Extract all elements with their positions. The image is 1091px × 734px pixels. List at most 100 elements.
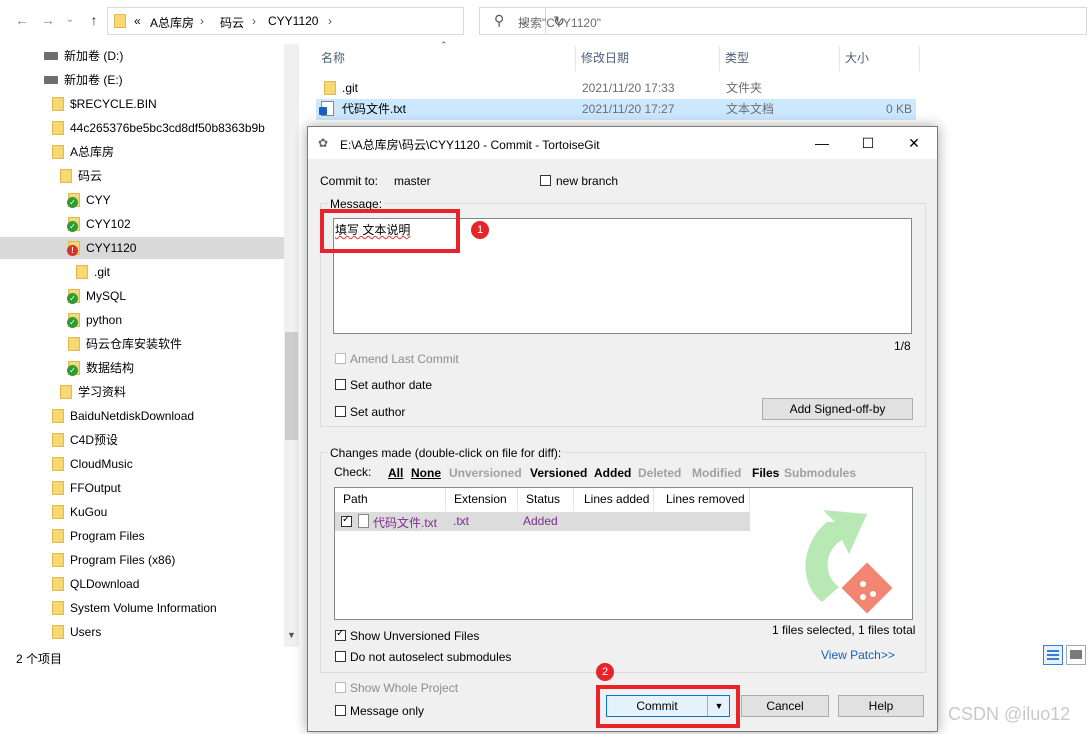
no-autoselect-submodules-checkbox[interactable] (335, 651, 346, 662)
check-filter-added[interactable]: Added (594, 466, 631, 480)
tree-item-label: $RECYCLE.BIN (70, 97, 157, 111)
annotation-badge-2: 2 (596, 663, 614, 681)
git-clean-badge-icon: ✓ (67, 293, 78, 304)
help-button[interactable]: Help (838, 695, 924, 717)
address-chevrons[interactable]: « (134, 14, 141, 28)
changes-label: Changes made (double-click on file for d… (328, 446, 564, 460)
tree-item[interactable]: $RECYCLE.BIN (0, 93, 284, 115)
list-header-lines-added[interactable]: Lines added (574, 488, 654, 511)
breadcrumb-mayun[interactable]: 码云 (220, 14, 244, 31)
tree-item[interactable]: CloudMusic (0, 453, 284, 475)
check-filter-modified[interactable]: Modified (692, 466, 741, 480)
tree-item[interactable]: ✓ MySQL (0, 285, 284, 307)
tree-item[interactable]: ✓ 数据结构 (0, 357, 284, 379)
tree-item[interactable]: BaiduNetdiskDownload (0, 405, 284, 427)
check-filter-all[interactable]: All (388, 466, 403, 480)
tree-item[interactable]: ! CYY1120 (0, 237, 284, 259)
list-header-path[interactable]: Path (335, 488, 446, 511)
tree-item[interactable]: A总库房 (0, 141, 284, 163)
tree-item[interactable]: QLDownload (0, 573, 284, 595)
tree-item[interactable]: System Volume Information (0, 597, 284, 619)
large-icons-view-icon[interactable] (1066, 645, 1086, 665)
minimize-icon[interactable]: — (799, 127, 845, 159)
tree-item[interactable]: 码云 (0, 165, 284, 187)
file-row-txt[interactable]: 代码文件.txt 2021/11/20 17:27 文本文档 0 KB (316, 99, 916, 120)
tree-item[interactable]: 码云仓库安装软件 (0, 333, 284, 355)
folder-icon (76, 264, 88, 279)
folder-icon (52, 456, 64, 471)
address-bar[interactable]: « A总库房 › 码云 › CYY1120 › ⌄ ↻ (107, 7, 565, 35)
tree-item-label: KuGou (70, 505, 108, 519)
tree-item[interactable]: C4D预设 (0, 429, 284, 451)
tree-item[interactable]: FFOutput (0, 477, 284, 499)
commit-to-label: Commit to: (320, 174, 379, 188)
tortoisegit-logo-icon (805, 510, 893, 614)
set-author-checkbox[interactable] (335, 406, 346, 417)
cancel-button[interactable]: Cancel (741, 695, 829, 717)
check-filter-versioned[interactable]: Versioned (530, 466, 587, 480)
sort-ascending-icon: ⌃ (440, 40, 448, 50)
tree-item[interactable]: 新加卷 (D:) (0, 45, 284, 67)
close-icon[interactable]: ✕ (891, 127, 937, 159)
list-header-extension[interactable]: Extension (446, 488, 518, 511)
tree-item[interactable]: Program Files (0, 525, 284, 547)
maximize-icon[interactable]: ☐ (845, 127, 891, 159)
new-branch-checkbox[interactable] (540, 175, 551, 186)
table-row[interactable]: 代码文件.txt .txt Added (335, 512, 750, 531)
column-header-type[interactable]: 类型 (720, 46, 840, 71)
tree-item[interactable]: 学习资料 (0, 381, 284, 403)
check-filter-deleted[interactable]: Deleted (638, 466, 681, 480)
scroll-down-icon[interactable]: ▼ (287, 630, 296, 640)
search-input[interactable]: ⚲ 搜索"CYY1120" (479, 7, 1087, 35)
changed-files-list[interactable]: Path Extension Status Lines added Lines … (334, 487, 913, 620)
breadcrumb-a-zongkufang[interactable]: A总库房 (150, 14, 194, 31)
check-filter-unversioned[interactable]: Unversioned (449, 466, 522, 480)
file-row-git[interactable]: .git 2021/11/20 17:33 文件夹 (316, 78, 916, 99)
list-header-status[interactable]: Status (518, 488, 574, 511)
tree-item-label: BaiduNetdiskDownload (70, 409, 195, 423)
list-header-lines-removed[interactable]: Lines removed (654, 488, 750, 511)
forward-arrow-icon[interactable]: → (40, 12, 56, 28)
tree-item[interactable]: ✓ CYY (0, 189, 284, 211)
highlight-box-message (320, 209, 460, 253)
check-filter-submodules[interactable]: Submodules (784, 466, 856, 480)
tree-item[interactable]: 新加卷 (E:) (0, 69, 284, 91)
add-signed-off-by-button[interactable]: Add Signed-off-by (762, 398, 913, 420)
folder-icon (52, 624, 64, 639)
file-name: 代码文件.txt (342, 102, 407, 116)
up-arrow-icon[interactable]: ↑ (86, 12, 102, 28)
check-label: Check: (334, 465, 372, 479)
git-clean-badge-icon: ✓ (67, 317, 78, 328)
tree-item[interactable]: Program Files (x86) (0, 549, 284, 571)
message-only-checkbox[interactable] (335, 705, 346, 716)
git-clean-badge-icon: ✓ (67, 221, 78, 232)
set-author-date-checkbox[interactable] (335, 379, 346, 390)
folder-icon (52, 552, 64, 567)
tree-item-label: python (86, 313, 123, 327)
tree-item[interactable]: Users (0, 621, 284, 643)
details-view-icon[interactable] (1043, 645, 1063, 665)
tree-item[interactable]: KuGou (0, 501, 284, 523)
highlight-box-commit (596, 685, 740, 728)
view-patch-link[interactable]: View Patch>> (821, 648, 895, 662)
check-filter-files[interactable]: Files (752, 466, 779, 480)
dialog-titlebar[interactable]: ✿ E:\A总库房\码云\CYY1120 - Commit - Tortoise… (308, 127, 937, 159)
folder-icon (60, 384, 72, 399)
tree-item[interactable]: ✓ python (0, 309, 284, 331)
recent-chevron-icon[interactable]: ⌄ (62, 12, 78, 28)
back-arrow-icon[interactable]: ← (14, 12, 30, 28)
show-unversioned-checkbox[interactable] (335, 628, 346, 641)
tree-scrollbar-thumb[interactable] (285, 332, 298, 440)
amend-last-commit-checkbox[interactable] (335, 353, 346, 364)
tree-item-label: 学习资料 (78, 385, 127, 399)
tree-item[interactable]: ✓ CYY102 (0, 213, 284, 235)
column-header-date[interactable]: 修改日期 (576, 46, 720, 71)
breadcrumb-cyy1120[interactable]: CYY1120 (268, 14, 318, 28)
tree-item[interactable]: 44c265376be5bc3cd8df50b8363b9b (0, 117, 284, 139)
check-filter-none[interactable]: None (411, 466, 441, 480)
tree-item[interactable]: .git (0, 261, 284, 283)
file-select-checkbox[interactable] (341, 514, 352, 527)
message-only-label: Message only (350, 704, 425, 718)
column-header-size[interactable]: 大小 (840, 46, 920, 71)
show-whole-project-checkbox[interactable] (335, 682, 346, 693)
